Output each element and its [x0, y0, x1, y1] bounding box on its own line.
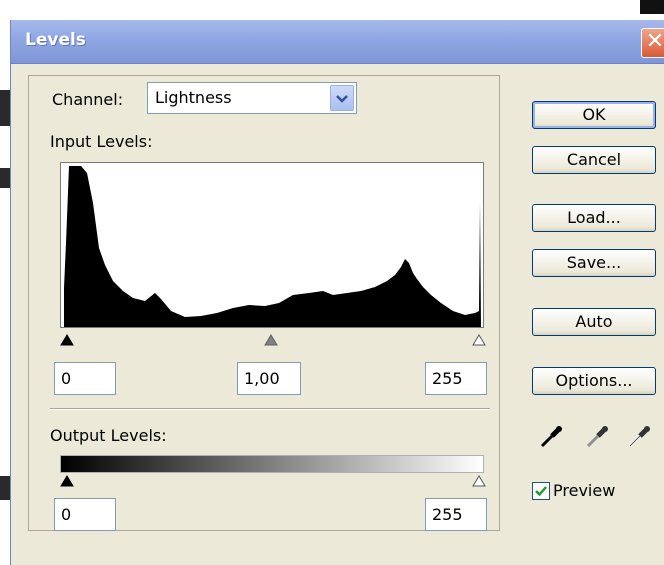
input-white-slider[interactable]: [472, 334, 486, 346]
cancel-button[interactable]: Cancel: [532, 146, 656, 174]
output-levels-label: Output Levels:: [50, 426, 167, 445]
background-corner: [640, 0, 664, 14]
background-edge: [0, 90, 10, 126]
separator: [50, 408, 490, 410]
close-button[interactable]: ✕: [641, 28, 664, 58]
background-strip: [0, 0, 664, 8]
dialog-title: Levels: [25, 30, 86, 50]
channel-label: Channel:: [50, 90, 126, 109]
black-eyedropper-icon[interactable]: [538, 424, 564, 450]
load-button[interactable]: Load...: [532, 204, 656, 232]
input-gamma-slider[interactable]: [264, 334, 278, 346]
channel-select[interactable]: Lightness: [147, 82, 357, 114]
output-gradient-bar: [60, 455, 484, 473]
input-gamma-field[interactable]: 1,00: [237, 362, 301, 395]
output-white-slider[interactable]: [472, 475, 486, 487]
auto-button[interactable]: Auto: [532, 308, 656, 336]
ok-button[interactable]: OK: [532, 101, 656, 129]
input-white-field[interactable]: 255: [425, 362, 487, 395]
chevron-down-icon[interactable]: [330, 85, 354, 111]
histogram-graph: [64, 166, 481, 327]
background-edge: [0, 476, 10, 500]
input-levels-label: Input Levels:: [50, 132, 153, 151]
gray-eyedropper-icon[interactable]: [584, 424, 610, 450]
output-black-field[interactable]: 0: [54, 498, 116, 531]
output-black-slider[interactable]: [60, 475, 74, 487]
histogram: [60, 162, 484, 328]
input-black-slider[interactable]: [60, 334, 74, 346]
output-white-field[interactable]: 255: [425, 498, 487, 531]
options-button[interactable]: Options...: [532, 367, 656, 395]
input-black-field[interactable]: 0: [54, 362, 116, 395]
background-edge: [0, 168, 10, 188]
title-bar[interactable]: Levels ✕: [11, 20, 664, 64]
white-eyedropper-icon[interactable]: [626, 424, 652, 450]
channel-selected-value: Lightness: [155, 88, 232, 107]
checkmark-icon: [535, 486, 547, 497]
preview-checkbox[interactable]: [532, 482, 550, 500]
save-button[interactable]: Save...: [532, 249, 656, 277]
preview-label: Preview: [553, 481, 616, 500]
